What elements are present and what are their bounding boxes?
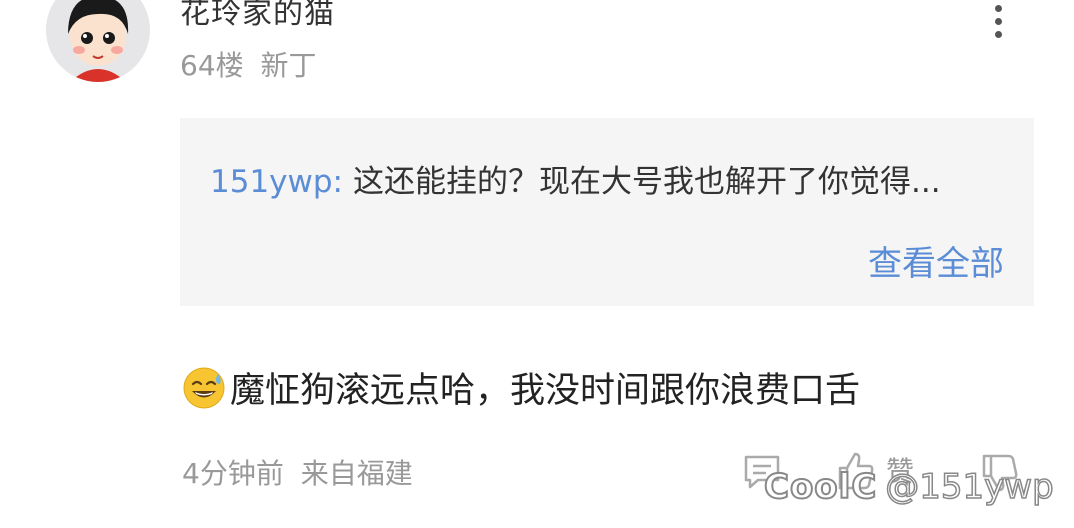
like-label[interactable]: 赞 <box>886 450 914 490</box>
quoted-reply-line: 151ywp: 这还能挂的？现在大号我也解开了你觉得... <box>210 156 1010 201</box>
dislike-icon[interactable] <box>980 452 1020 494</box>
quoted-author[interactable]: 151ywp <box>210 164 333 200</box>
like-icon[interactable] <box>836 450 876 492</box>
username[interactable]: 花玲家的猫 <box>180 0 335 32</box>
location: 来自福建 <box>300 457 413 490</box>
avatar-image <box>46 0 150 82</box>
quoted-separator: : <box>332 164 343 200</box>
view-all-link[interactable]: 查看全部 <box>868 236 1004 285</box>
quoted-reply-box[interactable]: 151ywp: 这还能挂的？现在大号我也解开了你觉得... 查看全部 <box>180 118 1034 306</box>
user-badge: 新丁 <box>260 49 317 82</box>
comment-footer: 4分钟前 来自福建 <box>182 452 413 492</box>
reply-text: 魔怔狗滚远点哈，我没时间跟你浪费口舌 <box>230 371 861 411</box>
quoted-text: 这还能挂的？现在大号我也解开了你觉得... <box>353 164 941 200</box>
avatar[interactable] <box>46 0 150 82</box>
timestamp: 4分钟前 <box>182 457 284 490</box>
reply-content: 魔怔狗滚远点哈，我没时间跟你浪费口舌 <box>182 362 860 413</box>
comment-meta: 64楼 新丁 <box>180 44 317 84</box>
more-options-icon[interactable] <box>986 5 1010 38</box>
comment-icon[interactable] <box>742 452 782 492</box>
sweat-smile-emoji-icon <box>183 367 225 408</box>
floor-number: 64楼 <box>180 49 244 82</box>
